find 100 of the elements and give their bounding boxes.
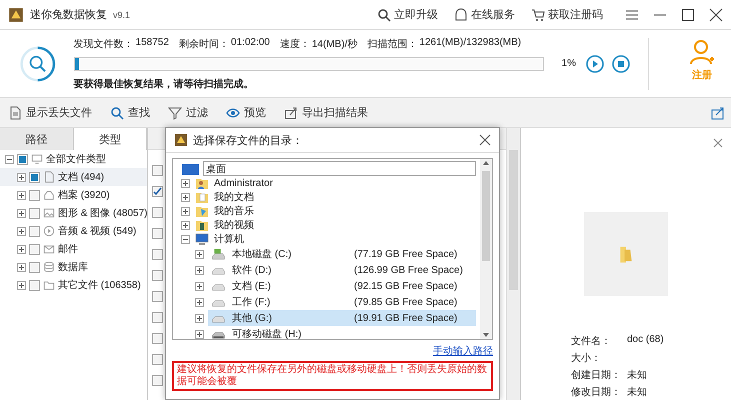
expand-icon[interactable]	[195, 298, 204, 306]
row-checkbox[interactable]	[152, 228, 163, 239]
row-checkbox[interactable]	[152, 249, 163, 260]
image-icon	[43, 207, 55, 219]
folder-item[interactable]: Administrator	[214, 178, 273, 188]
panel-tab[interactable]: 类型	[74, 128, 147, 150]
field-label: 修改日期：	[571, 386, 622, 399]
expand-icon[interactable]	[17, 262, 26, 272]
tree-checkbox[interactable]	[29, 262, 40, 272]
row-checkbox[interactable]	[152, 186, 163, 197]
scroll-down-icon[interactable]	[482, 331, 490, 339]
expand-icon[interactable]	[17, 226, 26, 236]
stat-label: 扫描范围：	[367, 38, 418, 50]
close-icon[interactable]	[709, 8, 723, 22]
collapse-icon[interactable]	[5, 154, 14, 164]
search-icon	[377, 8, 391, 22]
dialog-title: 选择保存文件的目录：	[193, 134, 303, 148]
row-checkbox[interactable]	[152, 207, 163, 218]
folder-item[interactable]: 我的文档	[214, 190, 254, 204]
expand-icon[interactable]	[195, 266, 204, 274]
expand-icon[interactable]	[195, 282, 204, 290]
toolbar-button[interactable]: 过滤	[166, 103, 210, 122]
cart-icon	[531, 8, 545, 22]
tree-checkbox[interactable]	[29, 280, 40, 290]
manual-path-link[interactable]: 手动输入路径	[433, 344, 493, 358]
tree-label[interactable]: 档案 (3920)	[58, 188, 110, 202]
tree-checkbox[interactable]	[29, 208, 40, 218]
field-value: doc (68)	[627, 334, 665, 347]
row-checkbox[interactable]	[152, 312, 163, 323]
expand-icon[interactable]	[195, 314, 204, 322]
expand-icon[interactable]	[181, 220, 190, 230]
toolbar-button[interactable]: 显示丢失文件	[6, 103, 94, 122]
stat-value: 01:02:00	[230, 36, 270, 50]
scroll-up-icon[interactable]	[482, 159, 490, 167]
row-checkbox[interactable]	[152, 375, 163, 386]
version-label: v9.1	[113, 10, 130, 20]
path-field[interactable]: 桌面	[203, 161, 476, 176]
row-checkbox[interactable]	[152, 291, 163, 302]
menu-icon[interactable]	[625, 8, 639, 22]
app-logo-icon	[8, 6, 24, 22]
tree-label[interactable]: 邮件	[58, 242, 78, 256]
expand-icon[interactable]	[195, 250, 204, 258]
tree-label[interactable]: 全部文件类型	[46, 152, 106, 166]
search-icon	[110, 106, 124, 120]
share-icon[interactable]	[711, 106, 725, 120]
drive-item[interactable]: 其他 (G:) (19.91 GB Free Space)	[208, 310, 476, 326]
row-checkbox[interactable]	[152, 354, 163, 365]
tree-checkbox[interactable]	[29, 172, 40, 182]
tree-label[interactable]: 音频 & 视频 (549)	[58, 224, 136, 238]
scrollbar[interactable]	[480, 159, 492, 339]
row-checkbox[interactable]	[152, 333, 163, 344]
expand-icon[interactable]	[17, 190, 26, 200]
toolbar-button[interactable]: 预览	[224, 103, 268, 122]
expand-icon[interactable]	[17, 244, 26, 254]
tree-checkbox[interactable]	[29, 244, 40, 254]
tree-checkbox[interactable]	[29, 226, 40, 236]
toolbar-button[interactable]: 查找	[108, 103, 152, 122]
expand-icon[interactable]	[17, 280, 26, 290]
expand-icon[interactable]	[181, 206, 190, 216]
drive-item[interactable]: 本地磁盘 (C:) (77.19 GB Free Space)	[208, 246, 476, 262]
expand-icon[interactable]	[181, 178, 190, 188]
computer-icon	[194, 232, 210, 246]
collapse-icon[interactable]	[181, 234, 190, 244]
tree-label[interactable]: 其它文件 (106358)	[58, 278, 141, 292]
expand-icon[interactable]	[17, 208, 26, 218]
toolbar-button[interactable]: 导出扫描结果	[282, 103, 370, 122]
document-icon	[43, 171, 55, 183]
scrollbar[interactable]	[506, 128, 520, 400]
maximize-icon[interactable]	[681, 8, 695, 22]
drive-item[interactable]: 软件 (D:) (126.99 GB Free Space)	[208, 262, 476, 278]
folder-item[interactable]: 计算机	[214, 232, 244, 246]
documents-folder-icon	[194, 190, 210, 204]
folder-item[interactable]: 我的视频	[214, 218, 254, 232]
close-icon[interactable]	[479, 134, 491, 146]
app-logo-icon	[174, 133, 188, 147]
stat-value: 1261(MB)/132983(MB)	[419, 36, 522, 50]
tree-checkbox[interactable]	[17, 154, 28, 164]
header-link[interactable]: 在线服务	[454, 7, 515, 22]
expand-icon[interactable]	[195, 330, 204, 338]
tree-label[interactable]: 图形 & 图像 (48057)	[58, 206, 148, 220]
video-folder-icon	[194, 218, 210, 232]
tree-label[interactable]: 数据库	[58, 260, 88, 274]
stop-button[interactable]	[612, 54, 630, 72]
row-checkbox[interactable]	[152, 165, 163, 176]
drive-item[interactable]: 文档 (E:) (92.15 GB Free Space)	[208, 278, 476, 294]
tree-checkbox[interactable]	[29, 190, 40, 200]
drive-item[interactable]: 可移动磁盘 (H:)	[208, 326, 476, 342]
database-icon	[43, 261, 55, 273]
header-link[interactable]: 获取注册码	[531, 7, 603, 22]
expand-icon[interactable]	[17, 172, 26, 182]
eye-icon	[226, 106, 240, 120]
field-value: 未知	[627, 386, 648, 399]
expand-icon[interactable]	[181, 192, 190, 202]
folder-item[interactable]: 我的音乐	[214, 204, 254, 218]
user-add-icon	[689, 38, 715, 66]
drive-item[interactable]: 工作 (F:) (79.85 GB Free Space)	[208, 294, 476, 310]
header-link[interactable]: 立即升级	[377, 7, 438, 22]
warning-message: 建议将恢复的文件保存在另外的磁盘或移动硬盘上！否则丢失原始的数据可能会被覆	[172, 361, 493, 391]
play-button[interactable]	[586, 54, 604, 72]
row-checkbox[interactable]	[152, 270, 163, 281]
